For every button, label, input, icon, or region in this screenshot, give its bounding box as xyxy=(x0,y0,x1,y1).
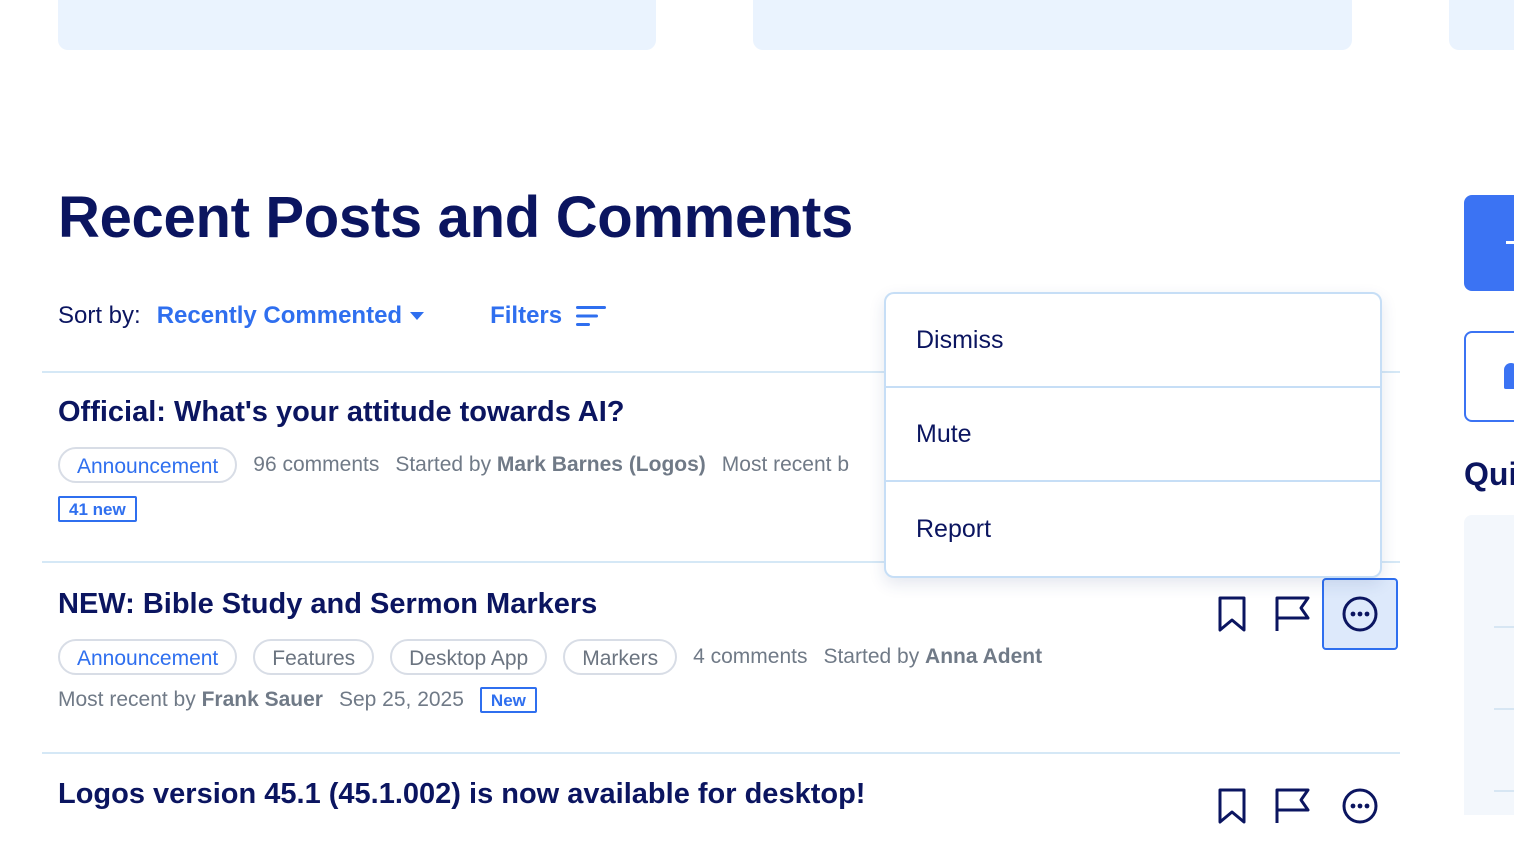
bookmark-button[interactable] xyxy=(1202,578,1262,650)
page-title: Recent Posts and Comments xyxy=(58,185,854,250)
author-name[interactable]: Anna Adent xyxy=(925,645,1042,668)
recent-prefix: Most recent by xyxy=(58,688,196,711)
bookmark-icon xyxy=(1218,788,1246,824)
filters-button[interactable]: Filters xyxy=(490,302,607,330)
started-prefix: Started by xyxy=(395,453,492,476)
post-title[interactable]: Logos version 45.1 (45.1.002) is now ava… xyxy=(58,778,865,811)
new-count-badge: 41 new xyxy=(58,496,137,522)
comment-count: 4 comments xyxy=(693,645,808,668)
sort-label: Sort by: xyxy=(58,302,141,329)
plus-icon xyxy=(1506,241,1514,244)
tag-desktop-app[interactable]: Desktop App xyxy=(390,639,548,675)
post-actions xyxy=(1202,770,1398,842)
tag-announcement[interactable]: Announcement xyxy=(58,447,238,483)
post-badges: 41 new xyxy=(58,496,137,522)
top-card-3[interactable] xyxy=(1449,0,1514,50)
sort-bar: Sort by: Recently Commented Filters xyxy=(58,298,607,334)
most-recent-by: Most recent by Frank Sauer xyxy=(58,688,323,712)
filters-label: Filters xyxy=(490,302,563,329)
new-badge: New xyxy=(479,687,537,713)
comment-count: 96 comments xyxy=(253,453,380,476)
sidebar-secondary-button[interactable] xyxy=(1464,331,1514,422)
post-meta: Announcement Features Desktop App Marker… xyxy=(58,639,1058,675)
bookmark-button[interactable] xyxy=(1202,770,1262,842)
most-recent-by: Most recent b xyxy=(721,453,850,476)
author-name[interactable]: Mark Barnes (Logos) xyxy=(497,453,706,476)
tag-markers[interactable]: Markers xyxy=(563,639,678,675)
post-actions xyxy=(1202,578,1398,650)
sidebar-heading: Qui xyxy=(1464,456,1514,492)
divider xyxy=(1494,790,1514,792)
flag-button[interactable] xyxy=(1262,770,1322,842)
top-card-2[interactable] xyxy=(753,0,1352,50)
tag-features[interactable]: Features xyxy=(253,639,375,675)
more-horizontal-icon xyxy=(1342,788,1378,824)
more-options-button[interactable] xyxy=(1322,578,1398,650)
divider xyxy=(1494,708,1514,710)
recent-author-name[interactable]: Frank Sauer xyxy=(202,688,323,711)
flag-icon xyxy=(1275,788,1310,823)
caret-down-icon xyxy=(410,312,425,320)
sidebar-primary-button[interactable] xyxy=(1464,195,1514,291)
flag-icon xyxy=(1275,596,1310,631)
more-horizontal-icon xyxy=(1342,596,1378,632)
sort-value: Recently Commented xyxy=(156,302,403,329)
post-meta: Announcement 96 comments Started by Mark… xyxy=(58,447,865,483)
started-by: Started by Anna Adent xyxy=(823,645,1042,669)
top-card-1[interactable] xyxy=(58,0,656,50)
sort-dropdown[interactable]: Recently Commented xyxy=(156,302,425,330)
bookmark-icon xyxy=(1218,596,1246,632)
started-by: Started by Mark Barnes (Logos) xyxy=(395,453,705,477)
post-date: Sep 25, 2025 xyxy=(338,688,464,711)
menu-item-mute[interactable]: Mute xyxy=(886,388,1380,482)
sidebar-panel xyxy=(1464,515,1514,815)
more-options-button[interactable] xyxy=(1322,770,1398,842)
sidebar-button-icon xyxy=(1504,363,1514,389)
started-prefix: Started by xyxy=(823,645,920,668)
post-title[interactable]: NEW: Bible Study and Sermon Markers xyxy=(58,588,597,621)
menu-item-report[interactable]: Report xyxy=(886,482,1380,576)
post-title[interactable]: Official: What's your attitude towards A… xyxy=(58,396,625,429)
divider xyxy=(42,752,1400,754)
post-meta-secondary: Most recent by Frank Sauer Sep 25, 2025 … xyxy=(58,687,537,713)
post-options-menu: Dismiss Mute Report xyxy=(884,292,1382,578)
menu-item-dismiss[interactable]: Dismiss xyxy=(886,294,1380,388)
filter-lines-icon xyxy=(576,306,607,326)
divider xyxy=(1494,626,1514,628)
tag-announcement[interactable]: Announcement xyxy=(58,639,238,675)
flag-button[interactable] xyxy=(1262,578,1322,650)
